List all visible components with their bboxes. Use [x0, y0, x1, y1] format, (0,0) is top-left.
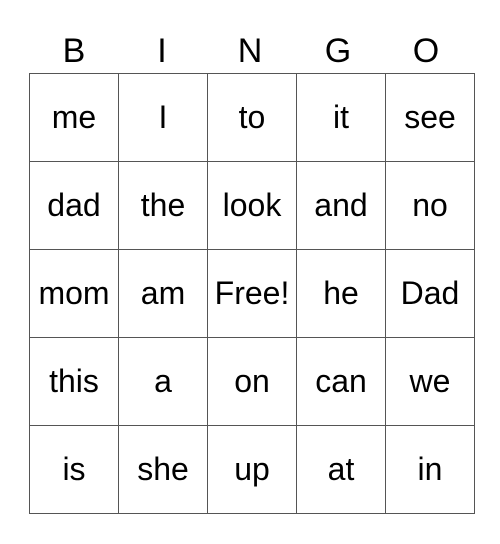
card-cell[interactable]: up — [207, 425, 297, 514]
bingo-header: B I N G O — [30, 30, 470, 72]
card-cell[interactable]: on — [207, 337, 297, 426]
card-cell[interactable]: I — [118, 73, 208, 162]
card-cell[interactable]: and — [296, 161, 386, 250]
card-cell[interactable]: this — [29, 337, 119, 426]
card-cell[interactable]: to — [207, 73, 297, 162]
header-letter-n: N — [237, 32, 263, 70]
card-cell[interactable]: me — [29, 73, 119, 162]
free-space-cell[interactable]: Free! — [207, 249, 297, 338]
card-cell[interactable]: in — [385, 425, 475, 514]
card-cell[interactable]: the — [118, 161, 208, 250]
header-letter-o: O — [412, 32, 440, 70]
card-cell[interactable]: we — [385, 337, 475, 426]
bingo-card: me I to it see dad the look and no mom a… — [29, 73, 475, 514]
card-cell[interactable]: mom — [29, 249, 119, 338]
card-cell[interactable]: she — [118, 425, 208, 514]
card-cell[interactable]: can — [296, 337, 386, 426]
card-cell[interactable]: a — [118, 337, 208, 426]
card-row: this a on can we — [29, 337, 475, 426]
card-cell[interactable]: look — [207, 161, 297, 250]
card-cell[interactable]: no — [385, 161, 475, 250]
card-cell[interactable]: see — [385, 73, 475, 162]
header-letter-g: G — [324, 32, 352, 70]
card-cell[interactable]: it — [296, 73, 386, 162]
card-row: is she up at in — [29, 425, 475, 514]
card-row: dad the look and no — [29, 161, 475, 250]
card-row: me I to it see — [29, 73, 475, 162]
header-letter-i: I — [157, 32, 167, 70]
card-cell[interactable]: dad — [29, 161, 119, 250]
card-cell[interactable]: he — [296, 249, 386, 338]
header-letter-b: B — [62, 32, 86, 70]
card-cell[interactable]: Dad — [385, 249, 475, 338]
card-cell[interactable]: am — [118, 249, 208, 338]
card-row: mom am Free! he Dad — [29, 249, 475, 338]
card-cell[interactable]: at — [296, 425, 386, 514]
card-cell[interactable]: is — [29, 425, 119, 514]
